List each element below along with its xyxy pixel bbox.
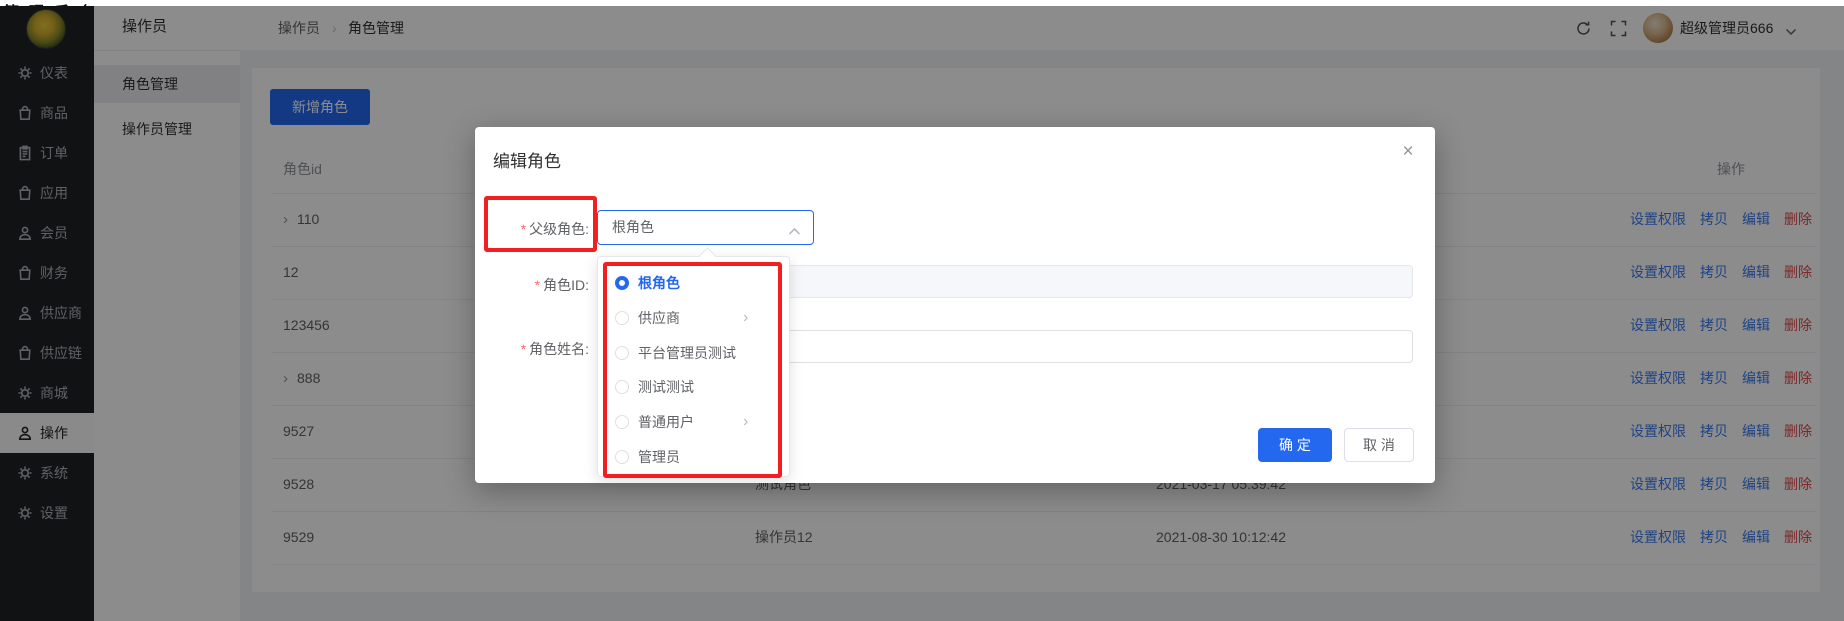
dialog-title: 编辑角色 xyxy=(493,147,561,172)
required-asterisk: * xyxy=(521,341,526,357)
role-name-label: *角色姓名: xyxy=(477,339,589,359)
confirm-button[interactable]: 确 定 xyxy=(1258,428,1332,462)
role-id-label: *角色ID: xyxy=(477,275,589,295)
annotation-box-parent-role-label xyxy=(484,196,597,252)
parent-role-select[interactable]: 根角色 xyxy=(597,210,814,245)
close-icon[interactable]: × xyxy=(1397,141,1419,163)
screen: 仪表 商品 订单 应用 会员 财务 供应商 供应链 商城 操作 系统 设置 操作… xyxy=(0,0,1844,621)
chevron-up-icon xyxy=(788,223,801,232)
annotation-box-dropdown-options xyxy=(603,262,782,478)
cancel-button[interactable]: 取 消 xyxy=(1344,428,1414,462)
required-asterisk: * xyxy=(535,277,540,293)
select-value: 根角色 xyxy=(612,211,654,244)
truncated-browser-title: 管理后台 xyxy=(0,0,1844,6)
